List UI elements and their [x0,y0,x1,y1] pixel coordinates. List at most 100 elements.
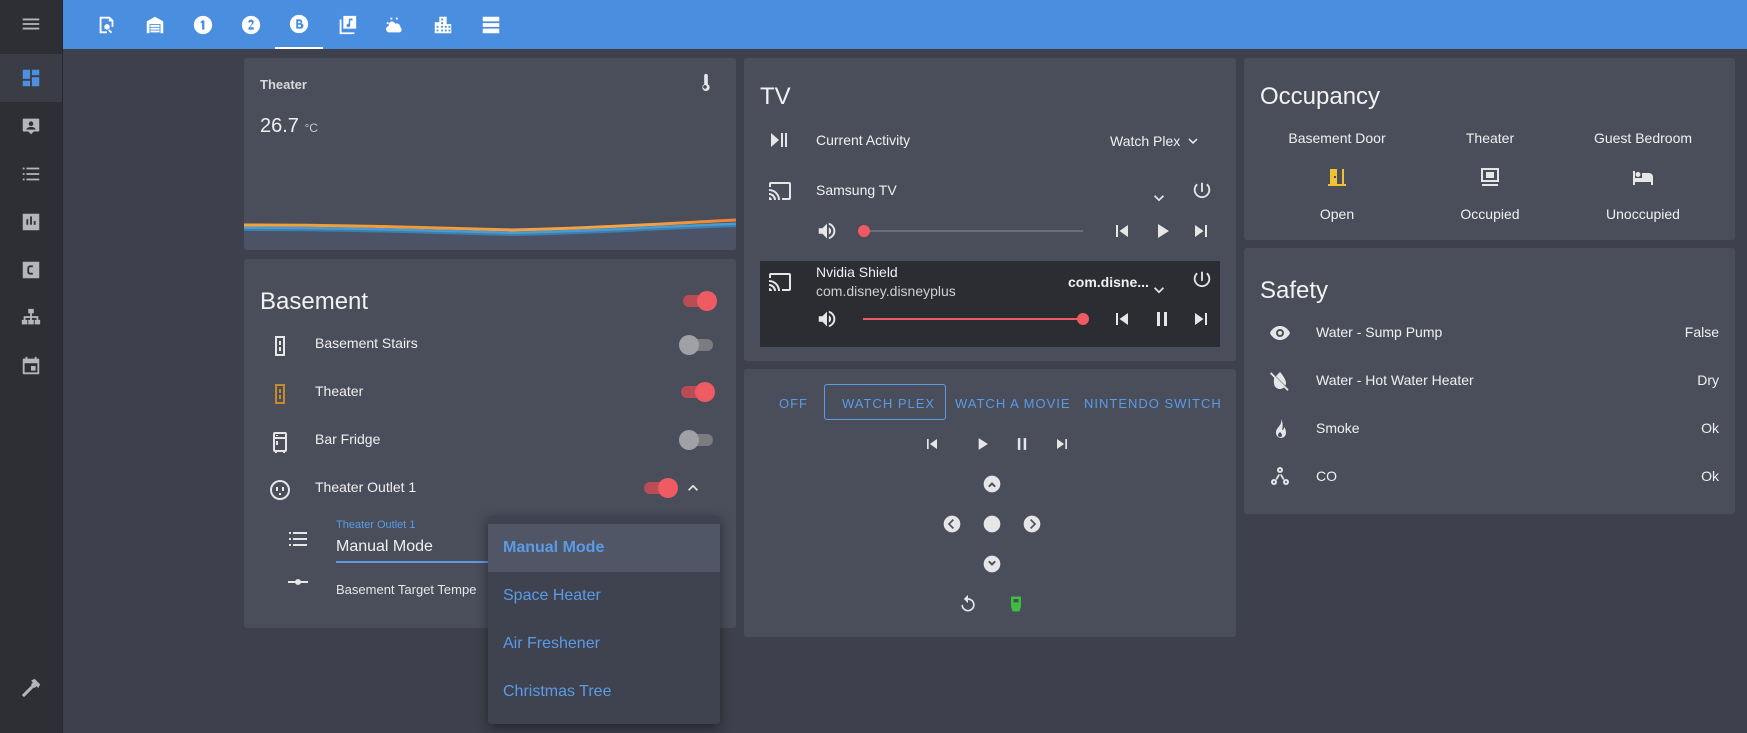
play-icon[interactable] [972,434,992,454]
skip-next-icon[interactable] [1189,307,1213,331]
activity-button-watch-a-movie[interactable]: WATCH A MOVIE [955,396,1071,411]
safety-label-smoke: Smoke [1316,420,1360,436]
occupancy-name-guest-bedroom: Guest Bedroom [1593,130,1693,146]
volume-high-icon[interactable] [816,308,838,330]
sidebar-item-developer-tools[interactable] [0,664,62,712]
toggle-theater-outlet-1[interactable] [642,477,680,498]
tab-garage[interactable] [131,0,179,49]
samsung-volume-track[interactable] [863,230,1083,232]
back-icon[interactable] [958,594,978,614]
samsung-tv-name: Samsung TV [816,182,897,198]
dropdown-option-air-freshener[interactable]: Air Freshener [488,620,720,668]
skip-previous-icon[interactable] [922,434,942,454]
skip-next-icon[interactable] [1052,434,1072,454]
dropdown-option-space-heater[interactable]: Space Heater [488,572,720,620]
chevron-left-circle-icon[interactable] [942,514,962,534]
activity-select[interactable]: Watch Plex [1110,132,1202,150]
sidebar-item-overview[interactable] [0,54,62,102]
water-off-icon[interactable] [1268,369,1292,393]
tab-media[interactable] [323,0,371,49]
door-open-icon[interactable] [1325,165,1349,189]
bed-icon[interactable] [1631,165,1655,189]
cast-icon [769,273,791,291]
garage-icon [146,16,164,33]
select-value[interactable]: Manual Mode [336,538,433,556]
activity-value: Watch Plex [1110,133,1181,149]
pause-icon[interactable] [1150,307,1174,331]
pause-icon[interactable] [1012,434,1032,454]
basement-master-toggle[interactable] [681,290,719,311]
tab-floor-2[interactable] [227,0,275,49]
sidebar-item-network[interactable] [0,294,62,342]
toggle-bar-fridge[interactable] [679,429,717,450]
chevron-down-icon [1188,138,1198,144]
safety-value-co: Ok [1701,468,1719,484]
skip-previous-icon[interactable] [1110,307,1134,331]
chevron-right-circle-icon[interactable] [1022,514,1042,534]
menu-button[interactable] [0,0,62,48]
row-label-basement-stairs: Basement Stairs [315,335,418,351]
sidebar-item-hacs[interactable] [0,246,62,294]
dropdown-option-christmas-tree[interactable]: Christmas Tree [488,668,720,716]
tab-weather[interactable] [371,0,419,49]
toggle-basement-stairs[interactable] [679,334,717,355]
theater-icon[interactable] [1478,165,1502,189]
temperature-graph [244,218,736,250]
activity-button-watch-plex[interactable]: WATCH PLEX [824,384,946,420]
select-circle-icon[interactable] [982,514,1002,534]
thermometer-icon [702,73,710,92]
eye-icon[interactable] [1268,321,1292,345]
tab-city[interactable] [419,0,467,49]
mode-dropdown-menu: Manual Mode Space Heater Air Freshener C… [488,516,720,724]
tv-title: TV [760,83,791,110]
sidebar-item-calendar[interactable] [0,342,62,390]
ray-vertex-icon [288,579,308,585]
sensor-unit: °C [304,121,318,135]
fire-icon[interactable] [1268,417,1292,441]
volume-high-icon[interactable] [816,220,838,242]
activity-button-nintendo-switch[interactable]: NINTENDO SWITCH [1084,396,1222,411]
tab-floor-1[interactable] [179,0,227,49]
row-label-bar-fridge: Bar Fridge [315,431,381,447]
numeric-2-icon [241,15,261,34]
tab-basement[interactable] [275,0,323,49]
activity-button-off[interactable]: OFF [779,396,808,411]
skip-previous-icon[interactable] [1110,219,1134,243]
chevron-up-icon[interactable] [683,478,703,498]
safety-value-hot-water-heater: Dry [1697,372,1719,388]
safety-label-hot-water-heater: Water - Hot Water Heater [1316,372,1474,388]
calendar-icon [22,356,40,375]
sidebar-item-logbook[interactable] [0,150,62,198]
shield-volume-track[interactable] [863,318,1083,320]
chevron-down-icon[interactable] [1149,280,1169,300]
dropdown-option-manual-mode[interactable]: Manual Mode [488,524,720,572]
light-switch-icon [275,336,285,356]
skip-next-icon[interactable] [1189,219,1213,243]
shield-source[interactable]: com.disne... [1068,274,1149,290]
sidebar-item-history[interactable] [0,198,62,246]
chevron-down-icon[interactable] [1149,188,1169,208]
chevron-down-circle-icon[interactable] [982,554,1002,574]
nvidia-shield-icon[interactable] [1006,593,1026,615]
power-icon[interactable] [1191,180,1213,202]
select-underline [336,561,488,563]
molecule-co-icon[interactable] [1268,465,1292,489]
samsung-volume-knob[interactable] [858,225,870,237]
power-icon[interactable] [1191,269,1213,291]
safety-title: Safety [1260,277,1329,304]
theater-temperature-card[interactable]: Theater 26.7 °C [244,58,736,250]
sensor-value: 26.7 [260,115,299,137]
shield-app: com.disney.disneyplus [816,283,956,299]
view-tabs-bar [63,0,1747,49]
play-icon[interactable] [1150,219,1174,243]
tab-server[interactable] [467,0,515,49]
toggle-theater[interactable] [679,381,717,402]
target-temperature-label: Basement Target Tempe [336,582,477,597]
dashboard-icon [22,69,40,87]
sidebar-item-map[interactable] [0,102,62,150]
chevron-up-circle-icon[interactable] [982,474,1002,494]
shield-volume-knob[interactable] [1077,313,1089,325]
weather-icon [386,17,402,32]
cast-icon [769,182,791,200]
tab-search[interactable] [83,0,131,49]
